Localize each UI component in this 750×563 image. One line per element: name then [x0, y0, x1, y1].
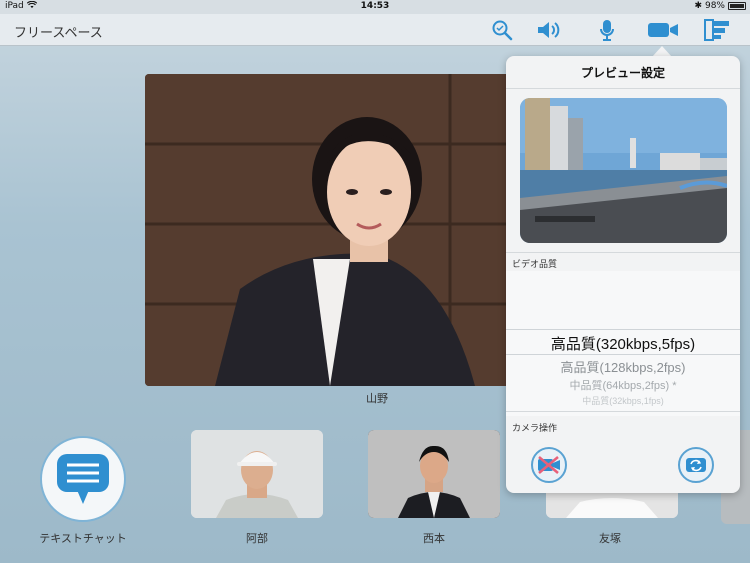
status-right: ✱ 98% — [694, 1, 746, 11]
camera-off-icon — [538, 456, 560, 474]
main-video-name: 山野 — [366, 392, 388, 405]
main-video-feed — [145, 74, 510, 386]
room-title: フリースペース — [14, 26, 103, 41]
status-bar: iPad 14:53 ✱ 98% — [0, 0, 750, 14]
nav-bar: フリースペース — [0, 14, 750, 46]
text-chat-label: テキストチャット — [39, 532, 127, 545]
battery-icon — [728, 2, 746, 10]
participant-name-abe: 阿部 — [246, 532, 268, 545]
zoom-search-icon — [492, 20, 513, 41]
participant-nishimoto-video — [368, 430, 500, 518]
participant-thumb-abe[interactable] — [191, 430, 323, 518]
quality-option-selected[interactable]: 高品質(320kbps,5fps) — [506, 333, 740, 354]
speaker-button[interactable] — [535, 17, 563, 43]
clock: 14:53 — [360, 1, 390, 11]
zoom-button[interactable] — [488, 17, 516, 43]
microphone-button[interactable] — [593, 17, 621, 43]
camera-off-button[interactable] — [531, 447, 567, 483]
microphone-icon — [600, 20, 614, 41]
camera-button[interactable] — [646, 17, 680, 43]
battery-percent: 98% — [704, 1, 725, 11]
participant-name-nishimoto: 西本 — [423, 532, 445, 545]
popover-title-divider — [506, 88, 740, 89]
preview-settings-popover: プレビュー設定 ビデオ品質 高品質(320kbps,5fps) 高品質(128k… — [506, 56, 740, 493]
popover-title: プレビュー設定 — [580, 66, 665, 80]
participant-abe-video — [191, 430, 323, 518]
quality-option-4[interactable]: 中品質(32kbps,1fps) — [506, 394, 740, 407]
preview-divider — [506, 252, 740, 253]
text-chat-button[interactable] — [40, 436, 126, 522]
camera-switch-icon — [686, 458, 706, 472]
picker-divider — [506, 411, 740, 412]
picker-selection-bottom — [506, 354, 740, 355]
camera-preview-image — [520, 98, 727, 243]
quality-option-2[interactable]: 高品質(128kbps,2fps) — [506, 357, 740, 376]
bluetooth-icon: ✱ — [694, 1, 702, 11]
video-quality-label: ビデオ品質 — [512, 260, 558, 270]
participants-button[interactable] — [703, 17, 731, 43]
main-video[interactable] — [145, 74, 510, 386]
participant-thumb-nishimoto[interactable] — [368, 430, 500, 518]
camera-switch-button[interactable] — [678, 447, 714, 483]
camera-preview — [520, 98, 727, 243]
video-quality-picker[interactable]: 高品質(320kbps,5fps) 高品質(128kbps,2fps) 中品質(… — [506, 271, 740, 416]
chat-bubble-icon — [57, 454, 109, 504]
camera-controls-label: カメラ操作 — [512, 424, 558, 434]
video-camera-icon — [648, 23, 678, 37]
participants-list-icon — [704, 19, 729, 41]
speaker-icon — [538, 22, 560, 38]
participant-name-tomozuka: 友塚 — [599, 532, 621, 545]
quality-option-3[interactable]: 中品質(64kbps,2fps) * — [506, 377, 740, 393]
picker-selection-top — [506, 329, 740, 330]
